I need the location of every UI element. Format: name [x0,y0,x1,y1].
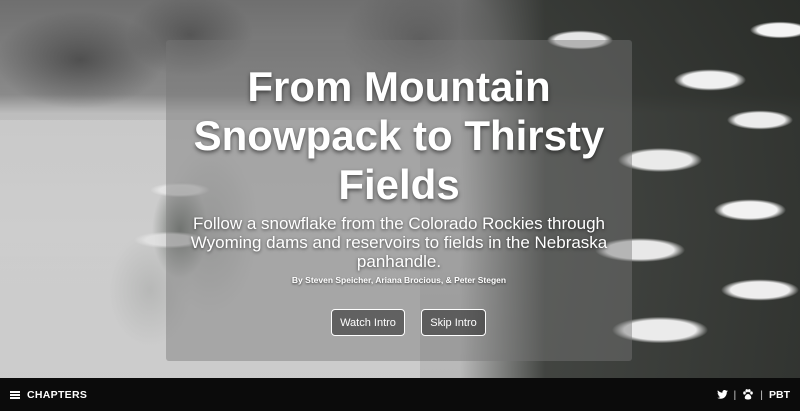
byline: By Steven Speicher, Ariana Brocious, & P… [291,275,507,285]
twitter-bird-icon[interactable] [716,390,728,399]
chapters-menu-button[interactable]: CHAPTERS [10,389,87,401]
skip-intro-button[interactable]: Skip Intro [421,309,486,336]
hamburger-menu-icon [10,390,20,399]
separator: | [733,388,737,401]
chapters-label: CHAPTERS [27,388,88,401]
separator: | [760,388,763,401]
intro-subtitle: Follow a snowflake from the Colorado Roc… [190,214,608,271]
page-title: From Mountain Snowpack to Thirsty Fields [193,63,605,208]
share-tools: | | PBT [716,388,790,401]
bottom-navigation-bar: CHAPTERS | | PBT [0,378,800,411]
pbt-link[interactable]: PBT [769,389,790,401]
watch-intro-button[interactable]: Watch Intro [331,309,405,336]
paw-print-icon[interactable] [742,389,754,400]
